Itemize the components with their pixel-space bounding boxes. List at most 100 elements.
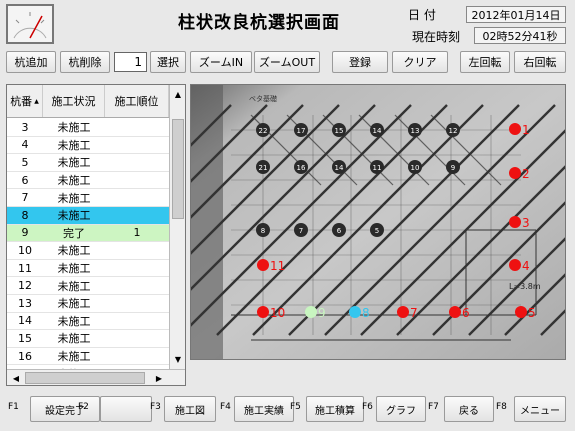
add-pile-button[interactable]: 杭追加 <box>6 51 56 73</box>
table-cell-no: 10 <box>18 243 32 257</box>
grid-pile-marker: 21 <box>256 160 270 174</box>
table-cell-no: 14 <box>18 314 32 328</box>
table-row[interactable]: 15 未施工 <box>7 330 169 348</box>
table-cell-status: 未施工 <box>57 244 91 258</box>
zoom-out-button[interactable]: ズームOUT <box>254 51 320 73</box>
pile-number-label: 6 <box>462 306 470 320</box>
table-cell-status: 未施工 <box>57 350 91 364</box>
table-row[interactable]: 13 未施工 <box>7 295 169 313</box>
table-cell-order <box>105 295 169 312</box>
fkey-button-7[interactable]: 戻る <box>444 396 494 422</box>
sort-asc-icon: ▲ <box>34 97 39 105</box>
table-cell-order <box>105 313 169 330</box>
pile-number-input[interactable]: 1 <box>114 52 147 72</box>
pile-number-label: 3 <box>522 216 530 230</box>
pile-layout-drawing[interactable]: ベタ基礎 L=3.8m 22 17 15 14 13 12 21 16 14 11 10 9 8 7 6 5 … <box>190 84 566 360</box>
svg-text:16: 16 <box>297 164 306 172</box>
column-header-pile-no[interactable]: 杭番 ▲ <box>7 85 43 117</box>
table-row[interactable]: 5 未施工 <box>7 154 169 172</box>
grid-pile-marker: 9 <box>446 160 460 174</box>
time-label: 現在時刻 <box>412 30 461 44</box>
svg-text:14: 14 <box>373 127 382 135</box>
table-row[interactable]: 6 未施工 <box>7 172 169 190</box>
fkey-button-6[interactable]: グラフ <box>376 396 426 422</box>
table-cell-no: 8 <box>21 208 29 222</box>
table-cell-no: 5 <box>21 155 29 169</box>
svg-text:17: 17 <box>297 127 306 135</box>
horizontal-scrollbar[interactable]: ◀ ▶ <box>7 369 185 385</box>
table-cell-no: 13 <box>18 296 32 310</box>
table-cell-no: 11 <box>18 261 32 275</box>
svg-text:11: 11 <box>373 164 382 172</box>
column-header-status[interactable]: 施工状況 <box>43 85 105 117</box>
table-cell-no: 6 <box>21 173 29 187</box>
svg-text:7: 7 <box>299 227 303 235</box>
fkey-button-8[interactable]: メニュー <box>514 396 566 422</box>
svg-text:5: 5 <box>375 227 379 235</box>
table-cell-status: 未施工 <box>57 191 91 205</box>
pile-number-label: 2 <box>522 167 530 181</box>
svg-text:10: 10 <box>411 164 420 172</box>
grid-pile-marker: 14 <box>370 123 384 137</box>
table-row[interactable]: 8 未施工 <box>7 206 169 225</box>
rotate-left-button[interactable]: 左回転 <box>460 51 510 73</box>
table-row[interactable]: 3 未施工 <box>7 119 169 137</box>
table-cell-order <box>105 277 169 294</box>
fkey-label: F3 <box>150 402 161 412</box>
table-cell-order <box>105 242 169 259</box>
fkey-button-5[interactable]: 施工積算 <box>306 396 364 422</box>
table-row[interactable]: 4 未施工 <box>7 137 169 155</box>
scroll-left-icon[interactable]: ◀ <box>8 370 24 385</box>
fkey-button-1[interactable]: 設定完了 <box>30 396 100 422</box>
fkey-label: F5 <box>290 402 301 412</box>
column-header-order[interactable]: 施工順位 <box>105 85 169 117</box>
pile-number-label: 1 <box>522 123 530 137</box>
fkey-label: F8 <box>496 402 507 412</box>
fkey-button-4[interactable]: 施工実績 <box>234 396 294 422</box>
table-row[interactable]: 9 完了 1 <box>7 224 169 243</box>
fkey-button-2[interactable] <box>100 396 152 422</box>
fkey-label: F6 <box>362 402 373 412</box>
table-row[interactable]: 10 未施工 <box>7 242 169 260</box>
table-row[interactable]: 11 未施工 <box>7 260 169 278</box>
table-cell-status: 完了 <box>63 226 85 240</box>
rotate-right-button[interactable]: 右回転 <box>514 51 566 73</box>
scroll-up-icon[interactable]: ▲ <box>170 86 185 102</box>
table-cell-no: 9 <box>21 226 29 240</box>
svg-text:15: 15 <box>335 127 344 135</box>
table-cell-order <box>105 119 169 136</box>
svg-text:6: 6 <box>337 227 342 235</box>
table-cell-order: 1 <box>133 226 141 240</box>
zoom-in-button[interactable]: ズームIN <box>190 51 252 73</box>
register-button[interactable]: 登録 <box>332 51 388 73</box>
grid-pile-marker: 7 <box>294 223 308 237</box>
fkey-button-3[interactable]: 施工図 <box>164 396 216 422</box>
scrollbar-thumb-horizontal[interactable] <box>25 372 145 384</box>
select-button[interactable]: 選択 <box>150 51 186 73</box>
table-row[interactable]: 16 未施工 <box>7 348 169 366</box>
table-cell-status: 未施工 <box>57 297 91 311</box>
scroll-right-icon[interactable]: ▶ <box>151 370 167 385</box>
fkey-label: F2 <box>78 402 89 412</box>
table-row[interactable]: 7 未施工 <box>7 189 169 207</box>
fkey-label: F4 <box>220 402 231 412</box>
table-cell-order <box>105 137 169 154</box>
delete-pile-button[interactable]: 杭削除 <box>60 51 110 73</box>
table-cell-no: 4 <box>21 138 29 152</box>
vertical-scrollbar[interactable]: ▲ ▼ <box>169 85 185 369</box>
table-cell-status: 未施工 <box>57 332 91 346</box>
grid-pile-marker: 16 <box>294 160 308 174</box>
svg-text:12: 12 <box>449 127 458 135</box>
date-value: 2012年01月14日 <box>466 6 566 23</box>
scroll-down-icon[interactable]: ▼ <box>170 351 185 367</box>
grid-pile-marker: 11 <box>370 160 384 174</box>
grid-pile-marker: 15 <box>332 123 346 137</box>
table-cell-order <box>105 330 169 347</box>
table-row[interactable]: 14 未施工 <box>7 313 169 331</box>
fkey-label: F7 <box>428 402 439 412</box>
table-cell-status: 未施工 <box>57 121 91 135</box>
clear-button[interactable]: クリア <box>392 51 448 73</box>
grid-pile-marker: 10 <box>408 160 422 174</box>
table-row[interactable]: 12 未施工 <box>7 277 169 295</box>
scrollbar-thumb[interactable] <box>172 119 184 219</box>
